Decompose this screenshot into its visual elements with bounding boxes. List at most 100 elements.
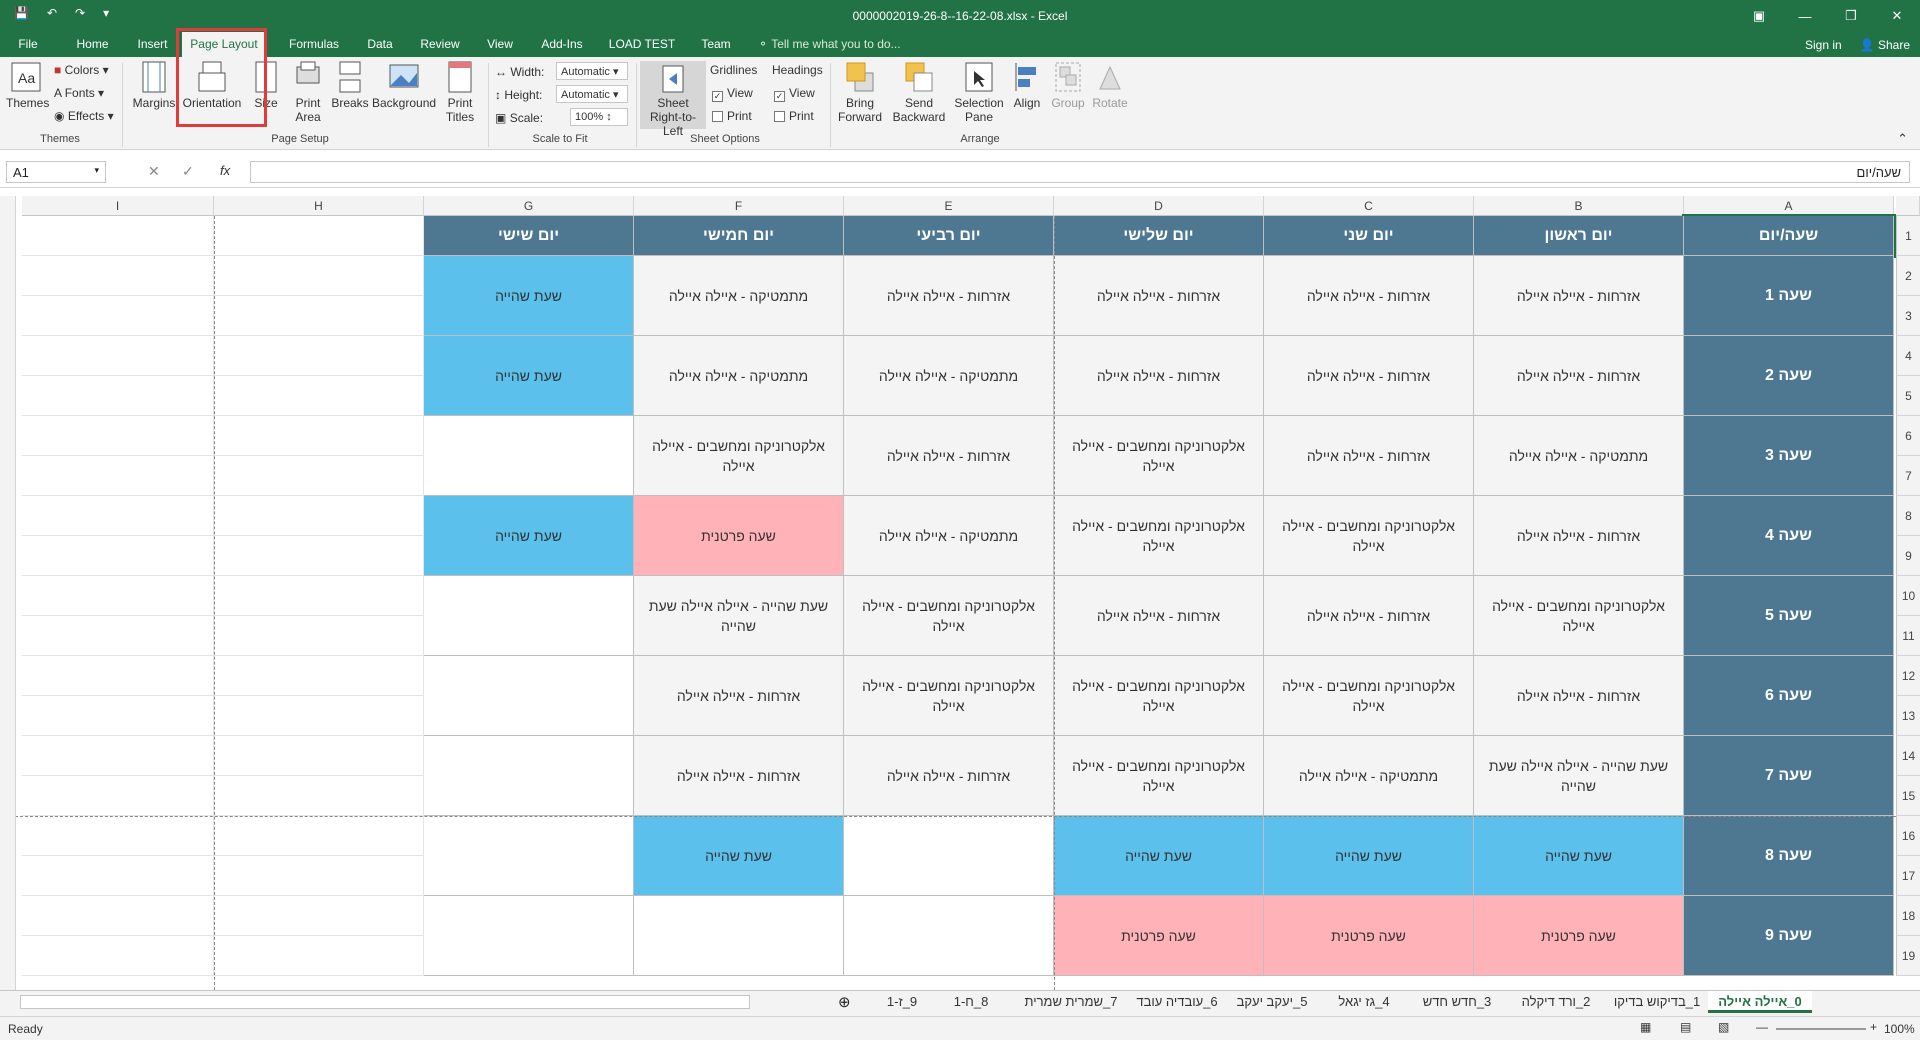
cell-empty[interactable] bbox=[214, 576, 424, 616]
schedule-cell[interactable]: אלקטרוניקה ומחשבים - איילה איילה bbox=[1054, 656, 1264, 736]
row-header[interactable]: 12 bbox=[1896, 656, 1920, 696]
cell-empty[interactable] bbox=[22, 216, 214, 256]
row-header[interactable]: 18 bbox=[1896, 896, 1920, 936]
cell-empty[interactable] bbox=[214, 256, 424, 296]
schedule-cell[interactable]: אזרחות - איילה איילה bbox=[634, 656, 844, 736]
column-header[interactable]: D bbox=[1054, 196, 1264, 216]
breaks-button[interactable]: Breaks bbox=[330, 61, 370, 110]
schedule-cell[interactable]: אזרחות - איילה איילה bbox=[1054, 336, 1264, 416]
schedule-cell[interactable]: שעת שהייה bbox=[1054, 816, 1264, 896]
schedule-cell[interactable]: אזרחות - איילה איילה bbox=[1264, 336, 1474, 416]
sheet-tab[interactable]: 4_גז יגאל bbox=[1322, 991, 1406, 1013]
cell-empty[interactable] bbox=[22, 456, 214, 496]
cell-empty[interactable] bbox=[22, 896, 214, 936]
print-titles-button[interactable]: Print Titles bbox=[440, 61, 480, 124]
tab-file[interactable]: File bbox=[8, 32, 48, 57]
schedule-cell[interactable]: אלקטרוניקה ומחשבים - איילה איילה bbox=[1054, 736, 1264, 816]
tab-insert[interactable]: Insert bbox=[130, 32, 175, 57]
name-box[interactable]: A1 ▾ bbox=[6, 161, 106, 183]
close-icon[interactable]: ✕ bbox=[1874, 0, 1920, 32]
tell-me-box[interactable]: ⚬ Tell me what you to do... bbox=[758, 32, 968, 57]
cell-empty[interactable] bbox=[214, 216, 424, 256]
align-button[interactable]: Align bbox=[1008, 61, 1046, 110]
schedule-cell[interactable]: שעת שהייה bbox=[424, 256, 634, 336]
cell-empty[interactable] bbox=[214, 776, 424, 816]
schedule-cell[interactable]: מתמטיקה - איילה איילה bbox=[844, 496, 1054, 576]
row-header[interactable]: 7 bbox=[1896, 456, 1920, 496]
cell-empty[interactable] bbox=[424, 736, 634, 816]
row-header[interactable]: 1 bbox=[1896, 216, 1920, 256]
schedule-cell[interactable]: אלקטרוניקה ומחשבים - איילה איילה bbox=[1474, 576, 1684, 656]
cell-empty[interactable] bbox=[22, 256, 214, 296]
schedule-cell[interactable]: אזרחות - איילה איילה bbox=[1264, 576, 1474, 656]
column-header[interactable]: I bbox=[22, 196, 214, 216]
cell-empty[interactable] bbox=[214, 416, 424, 456]
cell-empty[interactable] bbox=[214, 456, 424, 496]
header-cell-day[interactable]: יום חמישי bbox=[634, 216, 844, 256]
column-header[interactable]: H bbox=[214, 196, 424, 216]
cell-empty[interactable] bbox=[22, 496, 214, 536]
row-header[interactable]: 8 bbox=[1896, 496, 1920, 536]
period-label[interactable]: שעה 6 bbox=[1684, 656, 1894, 736]
enter-icon[interactable]: ✓ bbox=[182, 163, 194, 180]
gridlines-print-checkbox[interactable]: Print bbox=[712, 109, 752, 123]
cell-empty[interactable] bbox=[214, 536, 424, 576]
schedule-cell[interactable]: אזרחות - איילה איילה bbox=[1474, 256, 1684, 336]
select-all-corner[interactable] bbox=[1896, 196, 1920, 216]
cell-empty[interactable] bbox=[22, 576, 214, 616]
zoom-out-icon[interactable]: — bbox=[1756, 1020, 1768, 1034]
cell-empty[interactable] bbox=[22, 296, 214, 336]
tab-team[interactable]: Team bbox=[694, 32, 738, 57]
insert-function-icon[interactable]: fx bbox=[220, 163, 230, 178]
cell-empty[interactable] bbox=[214, 496, 424, 536]
row-header[interactable]: 3 bbox=[1896, 296, 1920, 336]
period-label[interactable]: שעה 3 bbox=[1684, 416, 1894, 496]
header-cell-day[interactable]: יום ראשון bbox=[1474, 216, 1684, 256]
cell-empty[interactable] bbox=[424, 656, 634, 736]
schedule-cell[interactable]: אזרחות - איילה איילה bbox=[1054, 256, 1264, 336]
cell-empty[interactable] bbox=[22, 336, 214, 376]
row-header[interactable]: 19 bbox=[1896, 936, 1920, 976]
send-backward-button[interactable]: Send Backward bbox=[888, 61, 950, 124]
print-area-button[interactable]: Print Area bbox=[286, 61, 330, 124]
cell-empty[interactable] bbox=[22, 816, 214, 856]
cell-empty[interactable] bbox=[22, 936, 214, 976]
schedule-cell[interactable]: שעת שהייה - איילה איילה שעת שהייה bbox=[634, 576, 844, 656]
schedule-cell[interactable]: מתמטיקה - איילה איילה bbox=[844, 336, 1054, 416]
schedule-cell[interactable]: אלקטרוניקה ומחשבים - איילה איילה bbox=[1264, 656, 1474, 736]
cell-empty[interactable] bbox=[22, 536, 214, 576]
restore-icon[interactable]: ❐ bbox=[1828, 0, 1874, 32]
schedule-cell[interactable]: אזרחות - איילה איילה bbox=[1474, 496, 1684, 576]
schedule-cell[interactable]: אזרחות - איילה איילה bbox=[1054, 576, 1264, 656]
sheet-tab[interactable]: 6_עובדיה עובד bbox=[1132, 991, 1222, 1013]
cell-empty[interactable] bbox=[424, 416, 634, 496]
tab-view[interactable]: View bbox=[480, 32, 520, 57]
period-label[interactable]: שעה 4 bbox=[1684, 496, 1894, 576]
headings-view-checkbox[interactable]: ✓ View bbox=[774, 86, 815, 102]
schedule-cell[interactable]: שעת שהייה bbox=[424, 496, 634, 576]
schedule-cell[interactable]: שעה פרטנית bbox=[1264, 896, 1474, 976]
row-header[interactable]: 5 bbox=[1896, 376, 1920, 416]
tab-formulas[interactable]: Formulas bbox=[282, 32, 346, 57]
schedule-cell[interactable]: שעת שהייה bbox=[634, 816, 844, 896]
sheet-tab[interactable]: 3_חדש חדש bbox=[1412, 991, 1502, 1013]
schedule-cell[interactable]: אזרחות - איילה איילה bbox=[844, 416, 1054, 496]
height-dropdown[interactable]: Automatic ▾ bbox=[556, 85, 628, 103]
header-cell-day[interactable]: יום שני bbox=[1264, 216, 1474, 256]
cell-empty[interactable] bbox=[214, 856, 424, 896]
schedule-cell[interactable]: אלקטרוניקה ומחשבים - איילה איילה bbox=[844, 576, 1054, 656]
vertical-scrollbar[interactable] bbox=[0, 196, 16, 990]
schedule-cell[interactable]: שעת שהייה bbox=[1264, 816, 1474, 896]
effects-button[interactable]: ◉ Effects ▾ bbox=[54, 109, 114, 123]
cell-empty[interactable] bbox=[214, 296, 424, 336]
tab-load-test[interactable]: LOAD TEST bbox=[604, 32, 680, 57]
cell-empty[interactable] bbox=[844, 896, 1054, 976]
cell-empty[interactable] bbox=[22, 416, 214, 456]
sheet-tab[interactable]: 2_ורד דיקלה bbox=[1508, 991, 1604, 1013]
sign-in-link[interactable]: Sign in bbox=[1805, 38, 1842, 52]
cell-empty[interactable] bbox=[22, 696, 214, 736]
themes-button[interactable]: Aa Themes bbox=[6, 61, 49, 110]
row-header[interactable]: 6 bbox=[1896, 416, 1920, 456]
gridlines-view-checkbox[interactable]: ✓ View bbox=[712, 86, 753, 102]
column-header[interactable]: B bbox=[1474, 196, 1684, 216]
